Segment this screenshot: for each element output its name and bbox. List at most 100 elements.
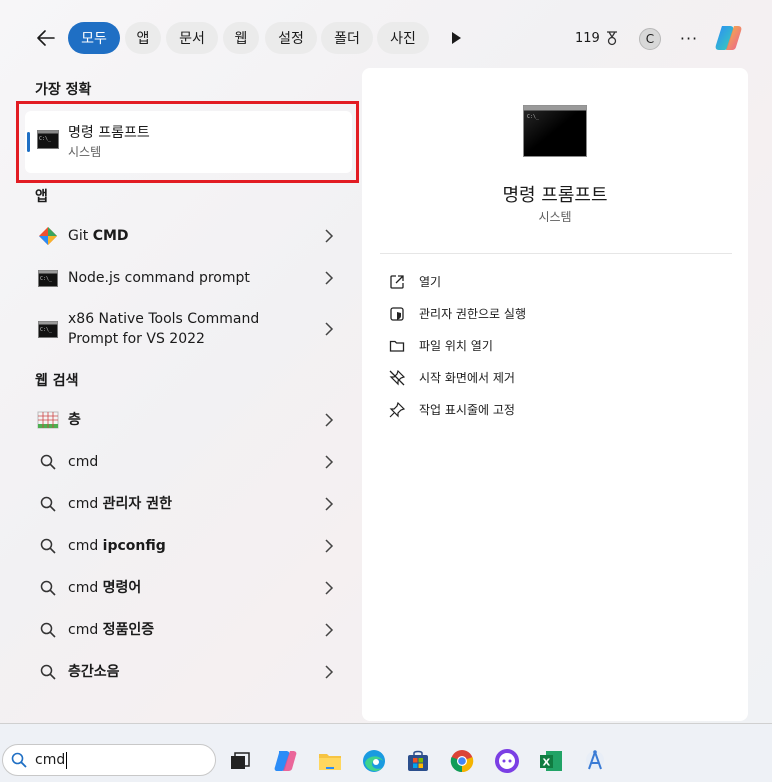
- svg-text:C:\_: C:\_: [527, 114, 540, 120]
- apps-heading: 앱: [35, 189, 48, 205]
- more-filters-button[interactable]: [446, 28, 466, 48]
- chevron-right-icon: [325, 539, 334, 553]
- excel-button[interactable]: X: [537, 747, 565, 775]
- edge-icon: [363, 750, 385, 772]
- rewards-medal-icon: [606, 31, 617, 46]
- action-open-file-location[interactable]: 파일 위치 열기: [384, 333, 724, 359]
- preview-divider: [380, 253, 732, 254]
- command-prompt-icon: C:\_: [37, 268, 59, 288]
- folder-icon: [319, 754, 341, 770]
- filter-folders[interactable]: 폴더: [321, 22, 373, 54]
- web-item-5[interactable]: cmd 정품인증: [25, 610, 352, 650]
- messenger-button[interactable]: [493, 747, 521, 775]
- chevron-right-icon: [325, 322, 334, 336]
- web-item-3[interactable]: cmd ipconfig: [25, 526, 352, 566]
- search-icon: [37, 452, 59, 472]
- text-caret: [66, 752, 67, 769]
- command-prompt-large-icon: C:\_: [523, 105, 587, 157]
- rewards-points[interactable]: 119: [575, 30, 620, 46]
- app-item-label: Git CMD: [68, 228, 129, 244]
- app-item-x86-native-tools[interactable]: C:\_ x86 Native Tools Command Prompt for …: [25, 303, 352, 355]
- action-pin-to-taskbar[interactable]: 작업 표시줄에 고정: [384, 397, 724, 423]
- chevron-right-icon: [325, 581, 334, 595]
- filter-all[interactable]: 모두: [68, 22, 120, 54]
- search-icon: [37, 536, 59, 556]
- preview-subtitle: 시스템: [538, 210, 572, 224]
- svg-text:C:\_: C:\_: [39, 136, 52, 142]
- open-external-icon: [390, 275, 404, 289]
- building-image-icon: [37, 410, 59, 430]
- store-button[interactable]: [404, 747, 432, 775]
- web-item-6[interactable]: 층간소음: [25, 652, 352, 692]
- copilot-icon: [715, 26, 742, 50]
- chevron-right-icon: [325, 623, 334, 637]
- start-search-panel: 모두 앱 문서 웹 설정 폴더 사진 119 C ··· 가장 정확 C:\_ …: [0, 0, 772, 724]
- search-icon: [37, 578, 59, 598]
- filter-documents[interactable]: 문서: [166, 22, 218, 54]
- chrome-icon: [450, 750, 474, 773]
- back-button[interactable]: [33, 25, 59, 51]
- search-icon: [37, 620, 59, 640]
- action-unpin-from-start[interactable]: 시작 화면에서 제거: [384, 365, 724, 391]
- search-icon: [37, 494, 59, 514]
- web-item-label: cmd 명령어: [68, 580, 142, 596]
- web-item-label: cmd 관리자 권한: [68, 496, 172, 512]
- taskbar: X: [0, 724, 772, 782]
- preview-title: 명령 프롬프트: [502, 185, 608, 206]
- app-item-nodejs-command-prompt[interactable]: C:\_ Node.js command prompt: [25, 258, 352, 298]
- chevron-right-icon: [325, 455, 334, 469]
- svg-text:X: X: [543, 758, 551, 769]
- copilot-button[interactable]: [712, 22, 744, 54]
- action-open[interactable]: 열기: [384, 269, 724, 295]
- file-explorer-button[interactable]: [316, 747, 344, 775]
- svg-text:C:\_: C:\_: [40, 327, 53, 333]
- chevron-right-icon: [325, 497, 334, 511]
- web-item-2[interactable]: cmd 관리자 권한: [25, 484, 352, 524]
- action-run-as-admin[interactable]: 관리자 권한으로 실행: [384, 301, 724, 327]
- command-prompt-icon: C:\_: [37, 130, 59, 149]
- app-item-label: x86 Native Tools Command Prompt for VS 20…: [68, 311, 260, 347]
- chevron-right-icon: [325, 413, 334, 427]
- edge-button[interactable]: [360, 747, 388, 775]
- app-item-label: Node.js command prompt: [68, 270, 250, 286]
- web-item-0[interactable]: 층: [25, 400, 352, 440]
- taskbar-search-box[interactable]: [2, 744, 216, 776]
- filter-web[interactable]: 웹: [223, 22, 259, 54]
- web-search-heading: 웹 검색: [35, 373, 79, 389]
- user-avatar[interactable]: C: [639, 28, 661, 50]
- web-item-label: cmd: [68, 454, 99, 470]
- android-studio-button[interactable]: [581, 747, 609, 775]
- store-icon: [408, 750, 428, 771]
- excel-icon: X: [540, 751, 562, 771]
- more-options-button[interactable]: ···: [677, 26, 701, 50]
- folder-icon: [389, 340, 405, 352]
- shield-admin-icon: [390, 307, 404, 321]
- points-value: 119: [575, 30, 600, 46]
- selection-indicator: [27, 132, 30, 152]
- copilot-taskbar-button[interactable]: [271, 747, 299, 775]
- task-view-icon: [231, 752, 250, 769]
- search-input[interactable]: [35, 749, 205, 771]
- web-item-1[interactable]: cmd: [25, 442, 352, 482]
- command-prompt-icon: C:\_: [37, 319, 59, 339]
- messenger-icon: [495, 749, 519, 773]
- play-icon: [452, 32, 461, 44]
- chevron-right-icon: [325, 271, 334, 285]
- best-match-item[interactable]: C:\_ 명령 프롬프트 시스템: [25, 111, 352, 173]
- web-item-label: 층간소음: [68, 664, 120, 680]
- filter-settings[interactable]: 설정: [265, 22, 317, 54]
- web-item-label: 층: [68, 412, 81, 428]
- git-icon: [37, 226, 59, 246]
- app-item-git-cmd[interactable]: Git CMD: [25, 216, 352, 256]
- search-icon: [37, 662, 59, 682]
- web-item-label: cmd 정품인증: [68, 622, 155, 638]
- chevron-right-icon: [325, 665, 334, 679]
- preview-pane: C:\_ 명령 프롬프트 시스템 열기 관리자 권한으로 실행 파일 위치 열기…: [362, 68, 748, 721]
- task-view-button[interactable]: [226, 747, 254, 775]
- web-item-4[interactable]: cmd 명령어: [25, 568, 352, 608]
- filter-photos[interactable]: 사진: [377, 22, 429, 54]
- filter-apps[interactable]: 앱: [125, 22, 161, 54]
- chrome-button[interactable]: [448, 747, 476, 775]
- filter-bar: 모두 앱 문서 웹 설정 폴더 사진 119 C ···: [0, 0, 772, 76]
- copilot-icon: [274, 751, 297, 771]
